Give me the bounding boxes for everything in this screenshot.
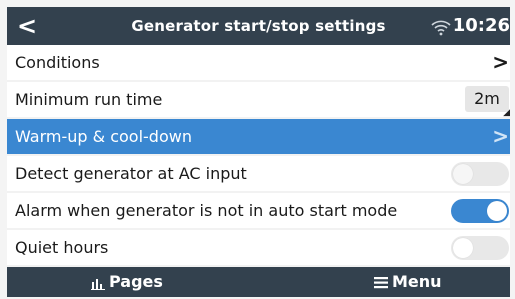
bottom-bar: Pages Menu: [7, 267, 510, 297]
menu-button[interactable]: Menu: [374, 267, 442, 297]
toggle-knob: [487, 201, 507, 221]
row-label: Quiet hours: [15, 238, 109, 257]
row-minimum-run-time[interactable]: Minimum run time 2m ◢: [7, 82, 510, 118]
hamburger-icon: [374, 277, 388, 289]
row-label: Warm-up & cool-down: [15, 127, 192, 146]
clock-time: 10:26: [452, 15, 510, 36]
toggle-knob: [453, 164, 473, 184]
menu-label: Menu: [392, 272, 442, 291]
resize-cursor-icon: ◢: [503, 108, 510, 118]
gx-screen: < Generator start/stop settings 10:26 Co…: [7, 7, 510, 297]
chevron-right-icon: >: [492, 50, 509, 74]
row-label: Alarm when generator is not in auto star…: [15, 201, 398, 220]
toggle-knob: [453, 238, 473, 258]
row-quiet-hours[interactable]: Quiet hours: [7, 230, 510, 265]
row-detect-generator[interactable]: Detect generator at AC input: [7, 156, 510, 191]
row-alarm-auto-start[interactable]: Alarm when generator is not in auto star…: [7, 193, 510, 228]
row-label: Detect generator at AC input: [15, 164, 247, 183]
chevron-right-icon: >: [492, 124, 509, 148]
detect-generator-toggle[interactable]: [451, 162, 509, 186]
bar-chart-icon: [91, 278, 105, 290]
row-label: Conditions: [15, 53, 100, 72]
pages-button[interactable]: Pages: [91, 267, 163, 297]
wifi-icon: [431, 20, 451, 36]
row-label: Minimum run time: [15, 90, 163, 109]
quiet-hours-toggle[interactable]: [451, 236, 509, 260]
alarm-auto-start-toggle[interactable]: [451, 199, 509, 223]
row-warm-up-cool-down[interactable]: Warm-up & cool-down >: [7, 119, 510, 154]
settings-list: Conditions > Minimum run time 2m ◢ Warm-…: [7, 45, 510, 267]
title-bar: < Generator start/stop settings 10:26: [7, 7, 510, 45]
row-conditions[interactable]: Conditions >: [7, 45, 510, 80]
pages-label: Pages: [109, 272, 163, 291]
